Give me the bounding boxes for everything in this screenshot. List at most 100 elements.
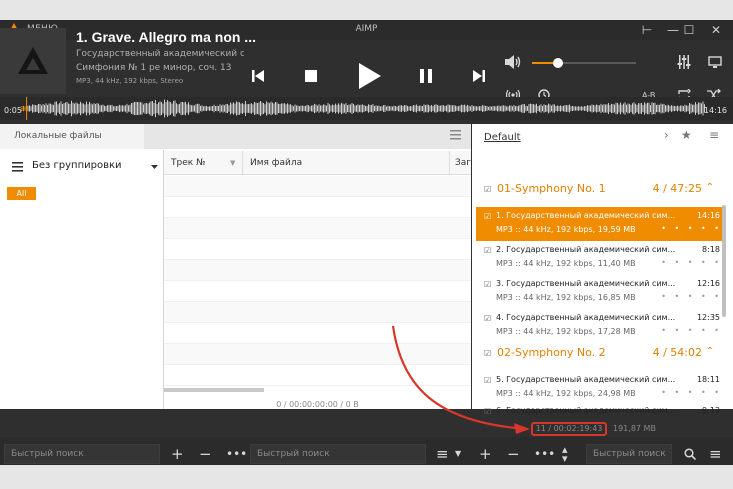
list-item [164, 197, 471, 218]
rating-dots[interactable]: • • • • • [661, 388, 722, 397]
sort-menu-icon[interactable]: ≡ [436, 445, 449, 463]
column-file-name[interactable]: Имя файла [250, 158, 302, 168]
grouping-label: Без группировки [32, 160, 122, 171]
more-icon[interactable]: ••• [226, 445, 247, 463]
rating-dots[interactable]: • • • • • [661, 292, 722, 301]
playlist-track[interactable]: ☑ 6. Государственный академический сим..… [476, 402, 724, 420]
checkbox-icon[interactable]: ☑ [484, 280, 491, 289]
playlist-track[interactable]: ☑ 2. Государственный академический сим..… [476, 241, 724, 275]
star-icon[interactable]: ★ [681, 128, 692, 142]
remove-button[interactable]: − [199, 445, 212, 463]
checkbox-icon[interactable]: ☑ [484, 185, 491, 194]
playlist-track[interactable]: ☑ 4. Государственный академический сим..… [476, 309, 724, 343]
column-separator [242, 151, 243, 175]
rating-dots[interactable]: • • • • • [661, 326, 722, 335]
waveform-seekbar[interactable] [0, 97, 733, 120]
column-track-number[interactable]: Трек № [171, 158, 205, 168]
playlist-scrollbar[interactable] [722, 205, 726, 317]
group-info: 4 / 47:25 [652, 182, 702, 195]
track-info: MP3 :: 44 kHz, 192 kbps, 19,59 MB [496, 225, 636, 234]
list-item [164, 302, 471, 323]
playlist-track[interactable]: ☑ 3. Государственный академический сим..… [476, 275, 724, 309]
elapsed-time: 0:05 [4, 106, 22, 115]
group-name: 02-Symphony No. 2 [497, 346, 606, 359]
collapse-icon[interactable]: ⌃ [706, 346, 714, 357]
equalizer-icon[interactable] [677, 55, 691, 69]
next-track-icon[interactable] [472, 69, 486, 83]
checkbox-icon[interactable]: ☑ [484, 349, 491, 358]
sort-icon: ▼ [230, 159, 236, 167]
stop-icon[interactable] [305, 70, 317, 82]
checkbox-icon[interactable]: ☑ [484, 314, 491, 323]
track-duration: 12:16 [696, 279, 720, 288]
close-button[interactable]: ✕ [702, 20, 730, 40]
album-cover[interactable] [0, 28, 66, 94]
group-name: 01-Symphony No. 1 [497, 182, 606, 195]
mini-player-icon[interactable] [708, 56, 722, 69]
checkbox-icon[interactable]: ☑ [484, 246, 491, 255]
play-icon[interactable] [357, 63, 381, 89]
track-info: MP3 :: 44 kHz, 192 kbps, 11,40 MB [496, 259, 636, 268]
track-name: 6. Государственный академический сим... [496, 406, 676, 415]
move-updown-icon[interactable]: ▴ ▾ [562, 444, 568, 464]
maximize-button[interactable]: ☐ [675, 20, 703, 40]
playlist-search-input[interactable] [586, 444, 672, 464]
chevron-right-icon[interactable]: › [664, 128, 669, 142]
aimp-logo-icon [18, 47, 48, 74]
track-name: 4. Государственный академический сим... [496, 313, 676, 322]
library-rows [164, 176, 471, 386]
chevron-down-icon[interactable]: ▼ [455, 445, 461, 463]
volume-icon[interactable] [505, 55, 521, 69]
playlist-track[interactable]: ☑ 5. Государственный академический сим..… [476, 371, 724, 405]
column-separator [449, 151, 450, 175]
collapse-icon[interactable]: ⌃ [706, 182, 714, 193]
horizontal-scrollbar[interactable] [164, 388, 264, 392]
pause-icon[interactable] [419, 69, 433, 83]
list-item [164, 176, 471, 197]
playlist-add-button[interactable]: + [479, 445, 492, 463]
filter-search-input[interactable] [250, 444, 426, 464]
track-info: MP3 :: 44 kHz, 192 kbps, 24,98 MB [496, 389, 636, 398]
track-duration: 12:35 [696, 313, 720, 322]
list-item [164, 218, 471, 239]
tab-playlist-default[interactable]: Default [484, 132, 521, 143]
list-item [164, 344, 471, 365]
track-album: Симфония № 1 ре минор, соч. 13 [76, 63, 232, 73]
playlist-menu-icon[interactable]: ≡ [709, 128, 719, 142]
track-name: 2. Государственный академический сим... [496, 245, 676, 254]
rating-dots[interactable]: • • • • • [661, 224, 722, 233]
playlist-group-header[interactable]: ☑ 01-Symphony No. 1 4 / 47:25 ⌃ [476, 179, 716, 201]
tab-local-files-label: Локальные файлы [14, 131, 102, 141]
playlist-count-duration: 11 / 00:02:19:43 [531, 422, 607, 436]
track-artist: Государственный академический с... [76, 49, 244, 59]
checkbox-icon[interactable]: ☑ [484, 407, 491, 416]
checkbox-icon[interactable]: ☑ [484, 376, 491, 385]
group-info: 4 / 54:02 [652, 346, 702, 359]
track-duration: 8:18 [702, 245, 720, 254]
playlist-track-active[interactable]: ☑ 1. Государственный академический сим..… [476, 207, 724, 241]
pin-icon[interactable]: ⊢ [633, 20, 661, 40]
checkbox-icon[interactable]: ☑ [484, 212, 491, 221]
track-duration: 9:13 [702, 406, 720, 415]
library-search-input[interactable] [4, 444, 160, 464]
tab-local-files[interactable]: Локальные файлы [0, 124, 144, 149]
playlist-more-icon[interactable]: ••• [534, 445, 555, 463]
playlist-group-header[interactable]: ☑ 02-Symphony No. 2 4 / 54:02 ⌃ [476, 343, 716, 365]
filter-all-button[interactable]: All [7, 187, 36, 200]
library-menu-icon[interactable] [450, 130, 461, 140]
search-icon[interactable] [684, 448, 696, 460]
volume-slider[interactable] [532, 58, 636, 68]
track-name: 5. Государственный академический сим... [496, 375, 676, 384]
track-name: 1. Государственный академический сим... [496, 211, 676, 220]
list-item [164, 281, 471, 302]
previous-track-icon[interactable] [251, 69, 265, 83]
rating-dots[interactable]: • • • • • [661, 258, 722, 267]
track-name: 3. Государственный академический сим... [496, 279, 676, 288]
playlist-options-icon[interactable]: ≡ [709, 445, 722, 463]
track-title: 1. Grave. Allegro ma non ... [76, 29, 256, 45]
track-format-info: MP3, 44 kHz, 192 kbps, Stereo [76, 77, 184, 85]
add-button[interactable]: + [171, 445, 184, 463]
playlist-remove-button[interactable]: − [507, 445, 520, 463]
library-column-header: Трек № ▼ Имя файла Загр [164, 151, 477, 175]
volume-knob[interactable] [553, 58, 563, 68]
